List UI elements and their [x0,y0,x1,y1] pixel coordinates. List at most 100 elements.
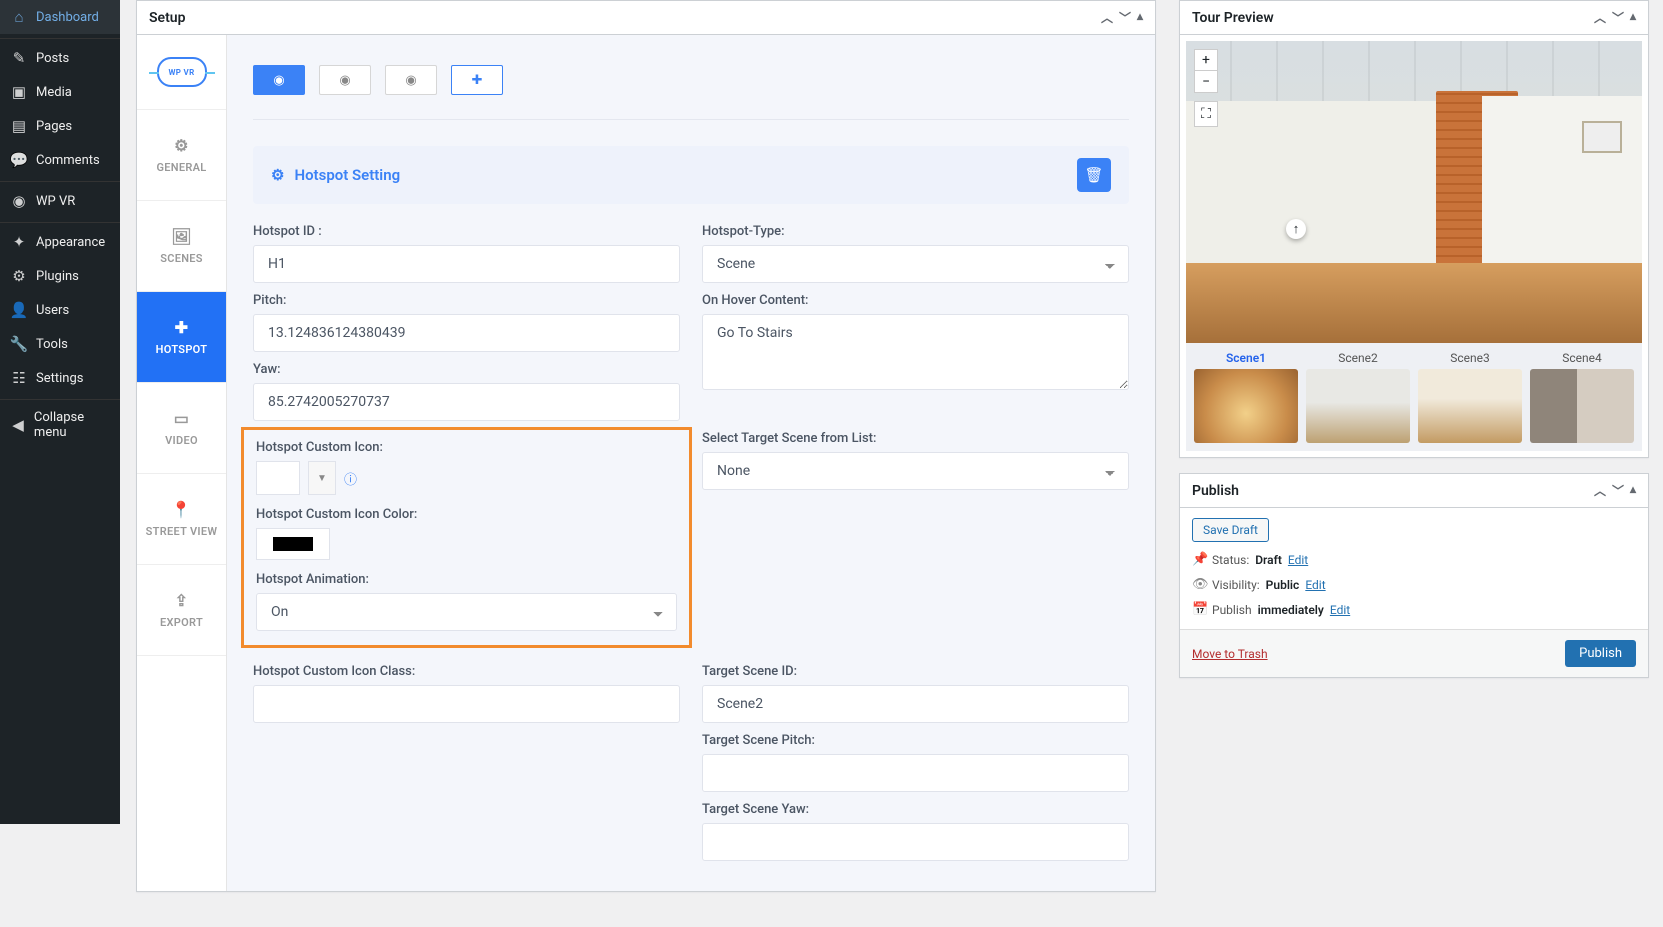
hotspot-setting-title: Hotspot Setting [294,166,400,184]
pitch-label: Pitch: [253,293,680,308]
status-label: Status: [1212,553,1249,567]
yaw-label: Yaw: [253,362,680,377]
zoom-in-button[interactable]: + [1194,49,1218,71]
hotspot-id-label: Hotspot ID : [253,224,680,239]
wp-menu-plugins[interactable]: ⚙Plugins [0,259,120,293]
fullscreen-button[interactable]: ⛶ [1194,101,1218,127]
wp-menu-wp-vr[interactable]: ◉WP VR [0,181,120,218]
zoom-out-button[interactable]: − [1194,71,1218,93]
hotspot-tab-1[interactable]: ◉ [253,65,305,95]
trash-icon: 🗑 [1084,166,1103,184]
menu-icon: ▤ [10,117,28,135]
setup-panel: Setup ︿ ﹀ ▴ WP VR ⚙GENERAL🖼SCENES✚HOTSPO… [136,0,1156,892]
menu-icon: 🔧 [10,335,28,353]
animation-label: Hotspot Animation: [256,572,677,587]
hotspot-tab-add[interactable]: ✚ [451,65,503,95]
animation-select[interactable]: On [256,593,677,631]
yaw-input[interactable] [253,383,680,421]
wpvr-logo: WP VR [137,35,226,110]
panel-toggle-icon[interactable]: ▴ [1630,482,1636,499]
panel-down-icon[interactable]: ﹀ [1119,9,1131,26]
eye-icon: 👁 [1192,577,1206,592]
wp-menu-comments[interactable]: 💬Comments [0,143,120,177]
hover-textarea[interactable] [702,314,1129,390]
menu-icon: ◉ [10,192,28,210]
wp-menu-appearance[interactable]: ✦Appearance [0,222,120,259]
icon-picker-dropdown[interactable]: ▼ [308,461,336,495]
scene-thumb-1[interactable]: Scene1 [1194,351,1298,443]
status-edit-link[interactable]: Edit [1288,553,1308,567]
visibility-value: Public [1266,578,1300,592]
panel-down-icon[interactable]: ﹀ [1612,482,1624,499]
scenes-icon: 🖼 [171,227,192,246]
hotspot-tabs: ◉ ◉ ◉ ✚ [253,65,1129,95]
publish-button[interactable]: Publish [1565,640,1636,667]
tour-preview-title: Tour Preview [1192,10,1274,26]
export-icon: ⇪ [175,591,189,610]
scene-thumb-4[interactable]: Scene4 [1530,351,1634,443]
publish-edit-link[interactable]: Edit [1330,603,1350,617]
custom-icon-highlight: Hotspot Custom Icon: ▼ ⓘ Hotspot Custom … [241,427,692,648]
wp-menu-tools[interactable]: 🔧Tools [0,327,120,361]
hotspot-id-input[interactable] [253,245,680,283]
panel-toggle-icon[interactable]: ▴ [1137,9,1143,26]
scene-thumb-2[interactable]: Scene2 [1306,351,1410,443]
publish-when-value: immediately [1258,603,1324,617]
tour-preview-panel: Tour Preview ︿ ﹀ ▴ ↑ + [1179,0,1649,458]
wp-menu-media[interactable]: ▣Media [0,75,120,109]
calendar-icon: 📅 [1192,602,1206,617]
wp-admin-sidebar: ⌂Dashboard ✎Posts▣Media▤Pages💬Comments ◉WP… [0,0,120,824]
target-yaw-input[interactable] [702,823,1129,861]
wp-menu-pages[interactable]: ▤Pages [0,109,120,143]
vtab-export[interactable]: ⇪EXPORT [137,565,226,656]
hotspot-icon: ✚ [175,318,189,337]
delete-hotspot-button[interactable]: 🗑 [1077,158,1111,192]
panel-up-icon[interactable]: ︿ [1594,9,1606,26]
info-icon[interactable]: ⓘ [344,469,357,488]
wp-menu-collapse-menu[interactable]: ◀Collapse menu [0,399,120,448]
scene-thumb-3[interactable]: Scene3 [1418,351,1522,443]
icon-picker-box[interactable] [256,461,300,495]
wp-menu-settings[interactable]: ☷Settings [0,361,120,395]
menu-icon: ☷ [10,369,28,387]
hotspot-type-select[interactable]: Scene [702,245,1129,283]
panel-down-icon[interactable]: ﹀ [1612,9,1624,26]
select-target-select[interactable]: None [702,452,1129,490]
custom-icon-label: Hotspot Custom Icon: [256,440,677,455]
hotspot-tab-2[interactable]: ◉ [319,65,371,95]
wp-menu-posts[interactable]: ✎Posts [0,38,120,75]
tour-preview-viewport[interactable]: ↑ + − ⛶ [1186,41,1642,343]
pin-icon: 📌 [1192,552,1206,567]
visibility-edit-link[interactable]: Edit [1305,578,1325,592]
target-yaw-label: Target Scene Yaw: [702,802,1129,817]
panel-toggle-icon[interactable]: ▴ [1630,9,1636,26]
tour-hotspot-arrow-icon[interactable]: ↑ [1286,219,1306,239]
menu-icon: ▣ [10,83,28,101]
street-icon: 📍 [171,500,191,519]
save-draft-button[interactable]: Save Draft [1192,518,1269,542]
vtab-scenes[interactable]: 🖼SCENES [137,201,226,292]
custom-class-input[interactable] [253,685,680,723]
target-pitch-label: Target Scene Pitch: [702,733,1129,748]
panel-up-icon[interactable]: ︿ [1594,482,1606,499]
menu-icon: 💬 [10,151,28,169]
hotspot-type-label: Hotspot-Type: [702,224,1129,239]
move-to-trash-link[interactable]: Move to Trash [1192,647,1268,661]
vtab-street[interactable]: 📍STREET VIEW [137,474,226,565]
pitch-input[interactable] [253,314,680,352]
wp-menu-users[interactable]: 👤Users [0,293,120,327]
vtab-video[interactable]: ▭VIDEO [137,383,226,474]
color-swatch[interactable] [256,528,330,560]
custom-class-label: Hotspot Custom Icon Class: [253,664,680,679]
target-pitch-input[interactable] [702,754,1129,792]
target-id-input[interactable] [702,685,1129,723]
visibility-label: Visibility: [1212,578,1260,592]
panel-up-icon[interactable]: ︿ [1101,9,1113,26]
hotspot-tab-3[interactable]: ◉ [385,65,437,95]
vtab-general[interactable]: ⚙GENERAL [137,110,226,201]
menu-icon: ✦ [10,233,28,251]
wp-menu-dashboard[interactable]: ⌂Dashboard [0,0,120,34]
vtab-hotspot[interactable]: ✚HOTSPOT [137,292,226,383]
menu-icon: ⌂ [10,8,28,26]
select-target-label: Select Target Scene from List: [702,431,1129,446]
